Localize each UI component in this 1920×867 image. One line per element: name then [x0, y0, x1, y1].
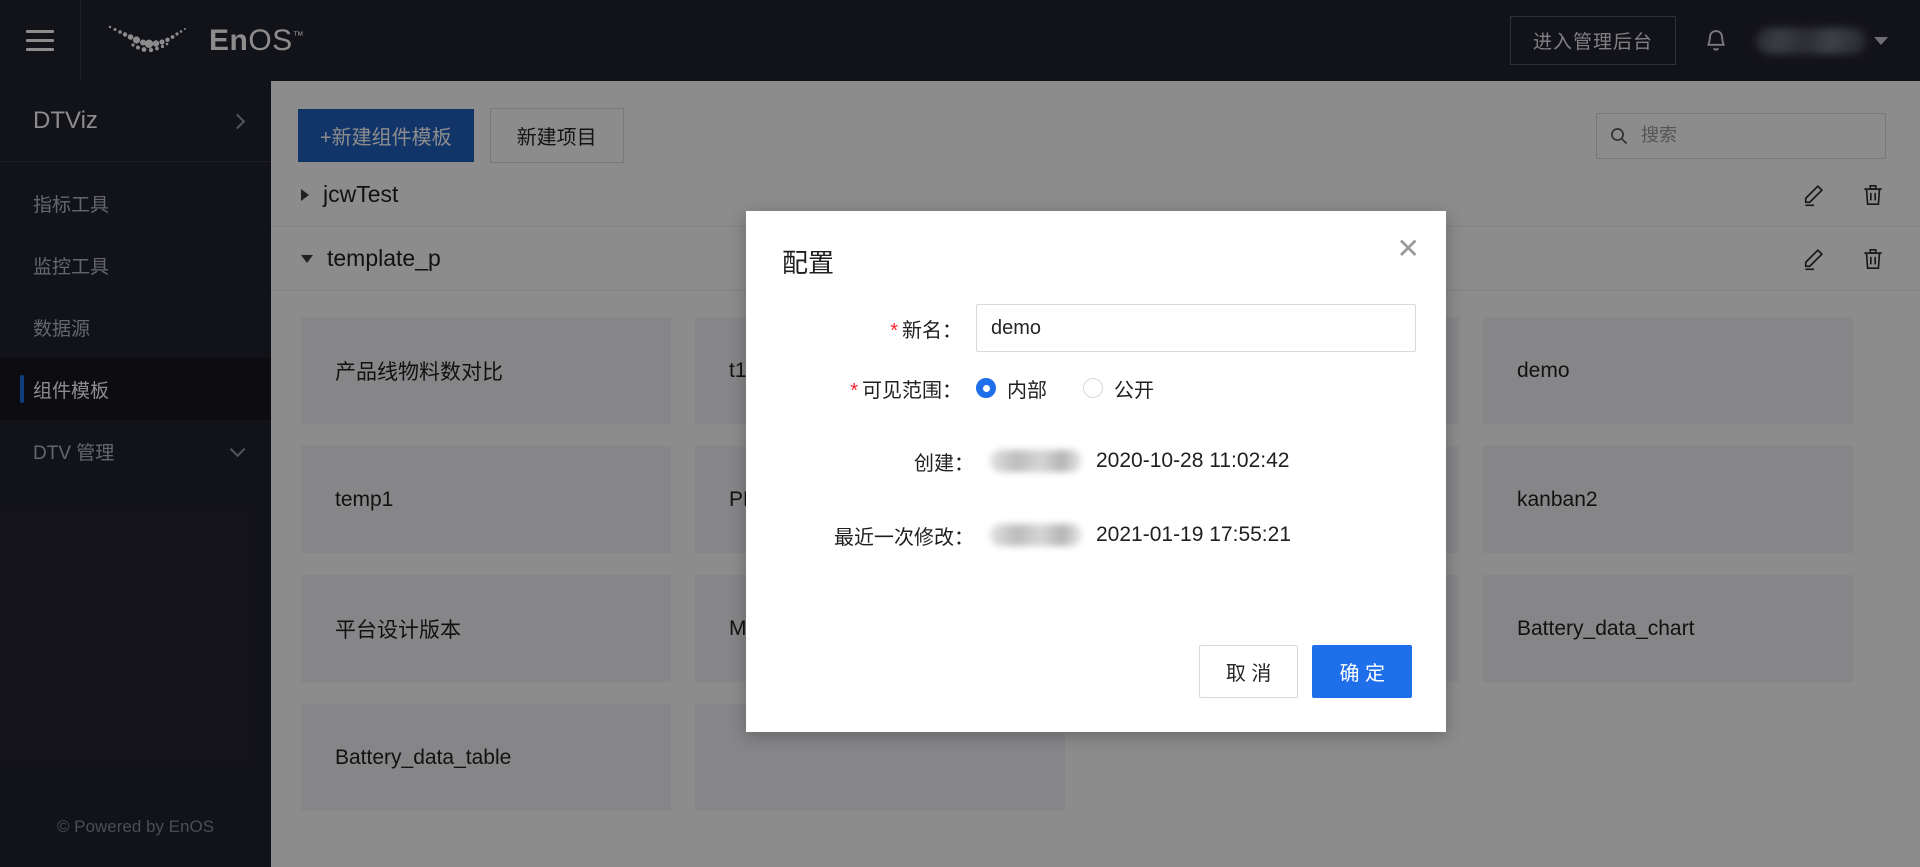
required-star: *	[890, 319, 898, 342]
created-label: 创建：	[914, 452, 974, 475]
form-row-created: 创建： 2020-10-28 11:02:42	[746, 424, 1446, 498]
modal-title: 配置	[782, 248, 835, 278]
modal-footer: 取 消 确 定	[1198, 645, 1412, 698]
modified-user-redacted	[990, 524, 1082, 546]
radio-option-public[interactable]: 公开	[1083, 374, 1154, 403]
created-user-redacted	[990, 450, 1082, 472]
created-time: 2020-10-28 11:02:42	[1096, 449, 1290, 472]
name-input[interactable]	[976, 304, 1416, 352]
app-root: EnOS™ 进入管理后台 DTViz 指标工具 监控工具 数据源 组件模板 DT…	[0, 0, 1920, 867]
modified-time: 2021-01-19 17:55:21	[1096, 523, 1291, 546]
visibility-label-text: 可见范围：	[862, 379, 962, 402]
config-form: *新名： *可见范围： 内部 公开 创建：	[746, 280, 1446, 572]
visibility-field-label: * 可见范围：	[746, 374, 976, 403]
name-field-label: * 新名：	[746, 314, 976, 343]
modified-label: 最近一次修改：	[834, 526, 974, 549]
required-star: *	[850, 379, 858, 402]
radio-label: 公开	[1114, 379, 1154, 402]
confirm-button[interactable]: 确 定	[1312, 645, 1412, 698]
name-label-text: 新名：	[902, 319, 962, 342]
radio-option-internal[interactable]: 内部	[976, 374, 1047, 403]
form-row-visibility: * 可见范围： 内部 公开	[746, 352, 1446, 424]
modal-header: 配置 ✕	[746, 211, 1446, 280]
close-icon[interactable]: ✕	[1397, 235, 1420, 263]
radio-dot-icon[interactable]	[1083, 378, 1103, 398]
radio-label: 内部	[1007, 379, 1047, 402]
cancel-button[interactable]: 取 消	[1198, 645, 1299, 698]
radio-dot-selected-icon[interactable]	[976, 378, 996, 398]
form-row-name: * 新名：	[746, 304, 1446, 352]
config-modal: 配置 ✕ *新名： *可见范围： 内部 公开	[746, 211, 1446, 732]
form-row-modified: 最近一次修改： 2021-01-19 17:55:21	[746, 498, 1446, 572]
